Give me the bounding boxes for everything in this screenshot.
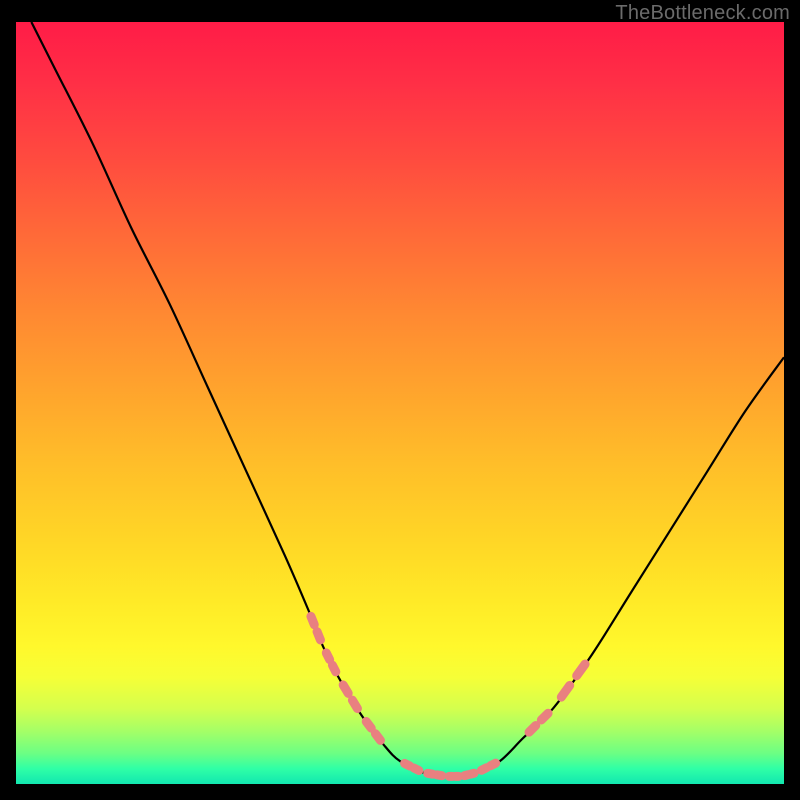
highlight-dash	[428, 773, 433, 774]
chart-svg	[16, 22, 784, 784]
highlight-dashes	[311, 616, 585, 776]
highlight-dash	[326, 653, 329, 660]
highlight-dash	[343, 685, 348, 693]
highlight-dash	[541, 713, 548, 720]
highlight-dash	[414, 768, 419, 771]
highlight-dash	[561, 685, 569, 697]
app-frame: TheBottleneck.com	[0, 0, 800, 800]
plot-area	[16, 22, 784, 784]
bottleneck-curve	[31, 22, 784, 777]
highlight-dash	[577, 664, 585, 676]
highlight-dash	[529, 725, 536, 732]
highlight-dash	[481, 768, 486, 771]
watermark-text: TheBottleneck.com	[615, 2, 790, 25]
highlight-dash	[437, 775, 442, 776]
highlight-dash	[332, 665, 335, 672]
highlight-dash	[311, 616, 314, 624]
highlight-dash	[405, 763, 410, 766]
highlight-dash	[491, 763, 496, 766]
highlight-dash	[366, 722, 371, 729]
highlight-dash	[375, 734, 380, 741]
highlight-dash	[352, 700, 357, 708]
highlight-dash	[317, 632, 320, 640]
highlight-dash	[471, 773, 474, 774]
